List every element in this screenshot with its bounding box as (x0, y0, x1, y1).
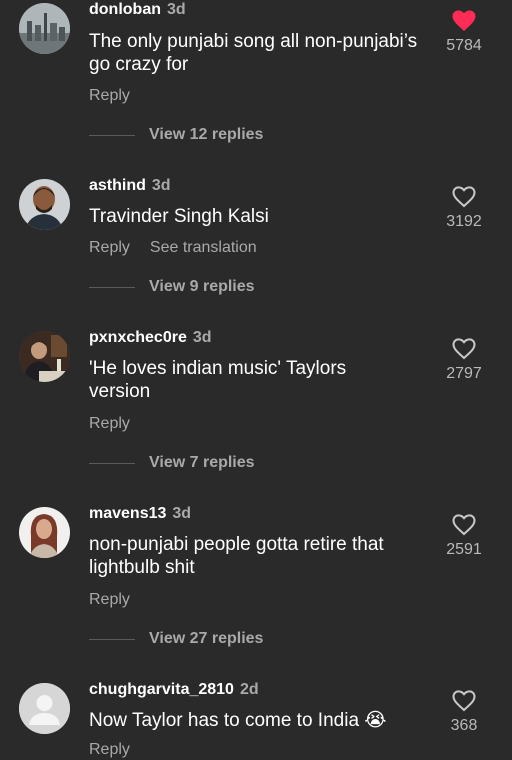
like-button[interactable]: 368 (444, 690, 484, 736)
man-dining-photo (19, 331, 70, 382)
like-button[interactable]: 3192 (444, 186, 484, 232)
like-count: 368 (450, 717, 478, 734)
timestamp: 3d (172, 505, 192, 522)
comment-text: non-punjabi people gotta retire that lig… (89, 534, 384, 578)
heart-outline-icon (452, 186, 476, 208)
heart-outline-icon (452, 690, 476, 712)
reply-button[interactable]: Reply (89, 239, 130, 256)
comment-text: 'He loves indian music' Taylors version (89, 358, 347, 402)
city-skyline-photo (19, 3, 70, 54)
avatar[interactable] (19, 331, 70, 382)
heart-filled-icon (452, 10, 476, 31)
view-replies-label: View 7 replies (149, 454, 255, 471)
comment-actions: Reply (89, 86, 150, 106)
comment-actions: Reply (89, 414, 150, 434)
comment-header: chughgarvita_2810 2d (89, 680, 259, 700)
username[interactable]: mavens13 (89, 505, 166, 522)
username[interactable]: pxnxchec0re (89, 329, 187, 346)
view-replies-button[interactable]: View 7 replies (89, 454, 255, 474)
avatar[interactable] (19, 179, 70, 230)
man-portrait-photo (19, 179, 70, 230)
like-count: 2797 (446, 365, 482, 382)
divider (89, 286, 135, 288)
username[interactable]: asthind (89, 177, 146, 194)
reply-button[interactable]: Reply (89, 87, 130, 104)
username[interactable]: donloban (89, 1, 161, 18)
view-replies-button[interactable]: View 12 replies (89, 126, 263, 146)
comment-header: asthind 3d (89, 176, 171, 196)
reply-button[interactable]: Reply (89, 591, 130, 608)
timestamp: 3d (151, 177, 171, 194)
like-count: 3192 (446, 213, 482, 230)
comment-header: pxnxchec0re 3d (89, 328, 212, 348)
comment-text: The only punjabi song all non-punjabi’s … (89, 31, 418, 75)
heart-outline-icon (452, 514, 476, 536)
default-user-avatar (19, 683, 70, 734)
reply-button[interactable]: Reply (89, 741, 130, 758)
avatar[interactable] (19, 3, 70, 54)
like-count: 2591 (446, 541, 482, 558)
view-replies-button[interactable]: View 27 replies (89, 630, 263, 650)
divider (89, 462, 135, 464)
username[interactable]: chughgarvita_2810 (89, 681, 234, 698)
comment-text: Now Taylor has to come to India 😭 (89, 710, 387, 731)
like-button[interactable]: 2591 (444, 514, 484, 560)
comment-actions: Reply See translation (89, 238, 277, 258)
divider (89, 638, 135, 640)
view-replies-label: View 12 replies (149, 126, 264, 143)
view-replies-button[interactable]: View 9 replies (89, 278, 255, 298)
heart-outline-icon (452, 338, 476, 360)
like-button[interactable]: 2797 (444, 338, 484, 384)
see-translation-button[interactable]: See translation (150, 239, 257, 256)
view-replies-label: View 9 replies (149, 278, 255, 295)
timestamp: 3d (192, 329, 212, 346)
reply-button[interactable]: Reply (89, 415, 130, 432)
timestamp: 2d (239, 681, 259, 698)
comment-actions: Reply (89, 740, 150, 760)
view-replies-label: View 27 replies (149, 630, 264, 647)
avatar[interactable] (19, 507, 70, 558)
comment-actions: Reply (89, 590, 150, 610)
like-button[interactable]: 5784 (444, 10, 484, 56)
avatar[interactable] (19, 683, 70, 734)
comment-header: mavens13 3d (89, 504, 191, 524)
divider (89, 134, 135, 136)
woman-portrait-photo (19, 507, 70, 558)
comment-text: Travinder Singh Kalsi (89, 206, 269, 227)
comment-header: donloban 3d (89, 0, 186, 20)
like-count: 5784 (446, 37, 482, 54)
timestamp: 3d (166, 1, 186, 18)
